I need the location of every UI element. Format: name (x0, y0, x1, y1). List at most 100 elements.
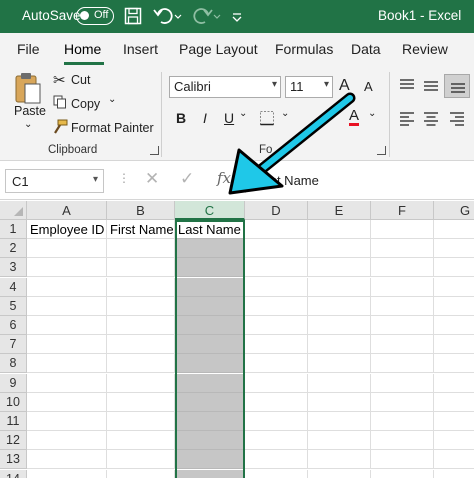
cell[interactable] (245, 335, 308, 355)
font-launcher-icon[interactable] (377, 146, 386, 155)
cell[interactable] (371, 277, 434, 297)
select-all-button[interactable] (0, 201, 27, 220)
cell[interactable] (27, 392, 107, 412)
cell[interactable] (308, 392, 371, 412)
cell[interactable] (245, 392, 308, 412)
cut-button[interactable]: Cut (71, 73, 90, 87)
cell[interactable] (27, 354, 107, 374)
worksheet-grid[interactable]: A B C D E F G 1 Employee ID First Name Last… (0, 201, 474, 478)
cell[interactable] (107, 373, 175, 393)
cell[interactable] (371, 431, 434, 451)
cell[interactable] (308, 277, 371, 297)
cell[interactable] (245, 354, 308, 374)
cell[interactable] (107, 450, 175, 470)
cell[interactable] (107, 354, 175, 374)
copy-button[interactable]: Copy (71, 97, 100, 111)
cell[interactable] (27, 412, 107, 431)
cell[interactable] (245, 373, 308, 393)
customize-toolbar-icon[interactable] (230, 6, 244, 26)
cell[interactable] (434, 374, 474, 393)
row-header[interactable]: 12 (0, 431, 27, 451)
clipboard-launcher-icon[interactable] (150, 146, 159, 155)
cell[interactable] (27, 335, 107, 355)
undo-icon[interactable] (152, 6, 182, 26)
cell[interactable] (175, 469, 245, 478)
cell[interactable]: Last Name (175, 220, 245, 239)
cell[interactable] (308, 239, 371, 259)
cell[interactable] (371, 296, 434, 316)
cell[interactable] (27, 373, 107, 393)
cell[interactable] (245, 316, 308, 335)
redo-icon[interactable] (192, 6, 222, 26)
cell[interactable] (434, 412, 474, 431)
decrease-font-size-button[interactable]: A (364, 79, 373, 94)
cell[interactable] (434, 393, 474, 412)
cell[interactable] (27, 316, 107, 335)
row-header[interactable]: 9 (0, 373, 27, 393)
cell[interactable] (434, 450, 474, 470)
cell[interactable] (245, 296, 308, 316)
cell[interactable] (245, 431, 308, 451)
cell[interactable] (175, 277, 245, 297)
column-header-a[interactable]: A (27, 201, 107, 220)
cell[interactable] (245, 277, 308, 297)
row-header[interactable]: 10 (0, 392, 27, 412)
cell[interactable] (107, 277, 175, 297)
cell[interactable] (107, 412, 175, 431)
cell[interactable] (107, 316, 175, 335)
cell[interactable] (434, 354, 474, 374)
row-header[interactable]: 1 (0, 220, 27, 239)
cell[interactable] (107, 239, 175, 259)
tab-file[interactable]: File (17, 41, 40, 57)
cell[interactable] (27, 431, 107, 451)
underline-dropdown-icon[interactable]: ⌄ (239, 108, 247, 119)
cell[interactable] (434, 258, 474, 278)
row-header[interactable]: 3 (0, 258, 27, 278)
cell[interactable] (107, 392, 175, 412)
paste-dropdown-icon[interactable]: ⌄ (24, 119, 32, 130)
cell[interactable] (308, 220, 371, 239)
cancel-icon[interactable]: ✕ (145, 169, 159, 189)
tab-review[interactable]: Review (402, 41, 448, 57)
bold-button[interactable]: B (176, 110, 186, 126)
cell[interactable] (371, 220, 434, 239)
cell[interactable] (27, 469, 107, 478)
column-header-g[interactable]: G (434, 201, 474, 220)
font-size-select[interactable]: 11 ▾ (285, 76, 333, 98)
row-header[interactable]: 2 (0, 239, 27, 259)
tab-data[interactable]: Data (351, 41, 381, 57)
cell[interactable] (371, 469, 434, 478)
cell[interactable] (308, 431, 371, 451)
cell[interactable] (371, 258, 434, 278)
cell[interactable] (308, 412, 371, 431)
cell[interactable] (434, 470, 474, 478)
cell[interactable] (371, 392, 434, 412)
cell[interactable] (27, 450, 107, 470)
cell[interactable] (434, 316, 474, 335)
align-right-icon[interactable] (448, 111, 466, 127)
increase-font-size-button[interactable]: A (339, 77, 350, 95)
format-painter-icon[interactable] (52, 119, 68, 135)
cell[interactable] (175, 239, 245, 259)
top-align-icon[interactable] (398, 78, 416, 94)
row-header[interactable]: 14 (0, 469, 27, 478)
row-header[interactable]: 11 (0, 412, 27, 431)
font-color-button[interactable]: A (349, 108, 360, 126)
borders-icon[interactable] (259, 110, 275, 126)
cell[interactable] (371, 412, 434, 431)
cell[interactable] (308, 335, 371, 355)
copy-icon[interactable] (53, 95, 67, 109)
cell[interactable] (175, 296, 245, 316)
row-header[interactable]: 7 (0, 335, 27, 355)
cell[interactable] (434, 278, 474, 297)
copy-dropdown-icon[interactable]: ⌄ (108, 94, 116, 105)
cell[interactable] (107, 431, 175, 451)
cell[interactable] (371, 239, 434, 259)
cell[interactable] (371, 335, 434, 355)
cell[interactable] (371, 354, 434, 374)
cell[interactable] (27, 258, 107, 278)
cell[interactable] (308, 373, 371, 393)
cell[interactable] (175, 354, 245, 374)
save-icon[interactable] (124, 6, 142, 26)
cell[interactable] (107, 296, 175, 316)
